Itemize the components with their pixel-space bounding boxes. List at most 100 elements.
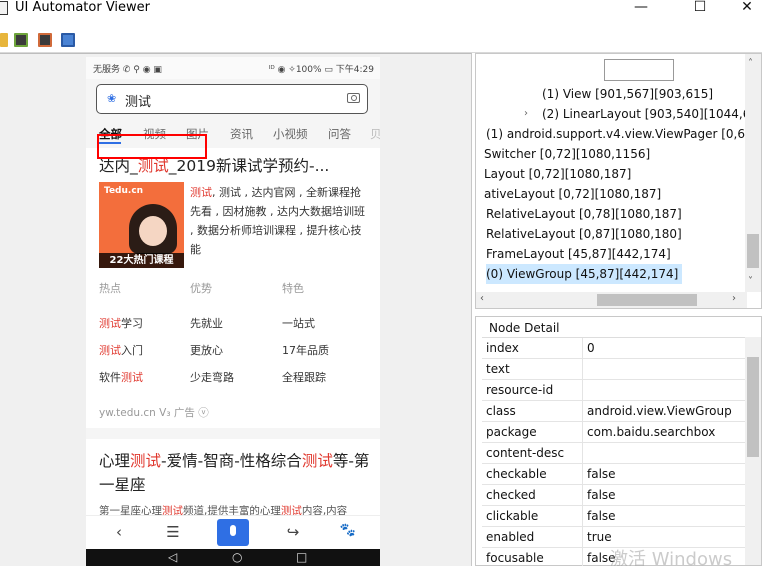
detail-row[interactable]: checkable false	[482, 464, 746, 485]
detail-key: checked	[486, 488, 536, 502]
tree-node[interactable]: (0) ViewGroup [45,87][442,174]	[476, 264, 747, 284]
feature-grid-row[interactable]: 测试入门 更放心 17年品质	[99, 342, 369, 360]
detail-value: false	[582, 464, 616, 485]
detail-value: false	[582, 506, 616, 527]
result-title[interactable]: 心理测试-爱情-智商-性格综合测试等-第一星座	[99, 449, 371, 497]
android-back-icon[interactable]: ◁	[168, 550, 177, 564]
status-bar: 无服务 ✆ ⚲ ◉ ▣ ᴵᴰ ◉ ✧100% ▭ 下午4:29	[86, 57, 380, 79]
tree-node-label: RelativeLayout [0,87][1080,180]	[486, 227, 682, 241]
tab-qa[interactable]: 问答	[328, 126, 351, 142]
detail-key: focusable	[486, 551, 544, 565]
search-box[interactable]: ❀ 测试	[96, 84, 368, 114]
detail-key: resource-id	[486, 383, 554, 397]
device-screenshot-compressed-icon[interactable]	[38, 33, 52, 47]
baidu-paw-icon: ❀	[107, 92, 117, 105]
tree-horizontal-scrollbar[interactable]: ‹ ›	[476, 292, 747, 308]
tree-node[interactable]: FrameLayout [45,87][442,174]	[476, 244, 747, 264]
tree-node[interactable]: Switcher [0,72][1080,1156]	[476, 144, 747, 164]
scroll-left-icon[interactable]: ‹	[480, 293, 484, 304]
scroll-up-icon[interactable]: ˄	[748, 58, 753, 69]
tree-node-label: (2) LinearLayout [903,540][1044,643]	[542, 107, 747, 121]
android-home-icon[interactable]: ○	[232, 550, 242, 564]
device-screenshot-icon[interactable]	[14, 33, 28, 47]
detail-vertical-scrollbar[interactable]	[745, 337, 761, 565]
tree-node-label: Layout [0,72][1080,187]	[484, 167, 632, 181]
tab-news[interactable]: 资讯	[230, 126, 253, 142]
detail-row[interactable]: clickable false	[482, 506, 746, 527]
tree-node-label: (0) ViewGroup [45,87][442,174]	[486, 264, 683, 284]
tree-node-label: (1) View [901,567][903,615]	[542, 87, 714, 101]
search-result-card[interactable]: 达内_测试_2019新课试学预约-... Tedu.cn 22大热门课程 测试,…	[86, 148, 380, 428]
title-bar: UI Automator Viewer — ☐ ✕	[0, 0, 762, 27]
expand-arrow-icon[interactable]: ›	[524, 104, 528, 124]
detail-key: index	[486, 341, 519, 355]
window-title: UI Automator Viewer	[15, 0, 151, 15]
minimize-button[interactable]: —	[621, 0, 661, 16]
node-detail-panel: Node Detail index 0 text resource-id class an…	[475, 316, 762, 566]
open-folder-icon[interactable]	[0, 33, 8, 47]
detail-row[interactable]: class android.view.ViewGroup	[482, 401, 746, 422]
menu-icon[interactable]: ☰	[159, 523, 187, 541]
tree-node[interactable]: ativeLayout [0,72][1080,187]	[476, 184, 747, 204]
hierarchy-tree[interactable]: (1) View [901,567][903,615] › (2) LinearLa…	[475, 53, 762, 309]
result-thumbnail[interactable]: Tedu.cn 22大热门课程	[99, 182, 184, 268]
detail-value: false	[582, 485, 616, 506]
image-caption: 22大热门课程	[99, 253, 184, 268]
tab-more[interactable]: 贝	[370, 126, 380, 142]
tree-node[interactable]: RelativeLayout [0,87][1080,180]	[476, 224, 747, 244]
detail-row[interactable]: resource-id	[482, 380, 746, 401]
detail-vscroll-thumb[interactable]	[747, 357, 759, 457]
detail-key: checkable	[486, 467, 547, 481]
scroll-right-icon[interactable]: ›	[732, 293, 736, 304]
tree-node[interactable]: › (2) LinearLayout [903,540][1044,643]	[476, 104, 747, 124]
detail-key: package	[486, 425, 537, 439]
detail-value	[582, 443, 587, 464]
detail-row[interactable]: package com.baidu.searchbox	[482, 422, 746, 443]
selected-node-highlight	[97, 134, 207, 159]
status-left: 无服务 ✆ ⚲ ◉ ▣	[93, 65, 162, 75]
feature-grid-row[interactable]: 测试学习 先就业 一站式	[99, 315, 369, 333]
share-icon[interactable]: ↪	[279, 523, 307, 541]
tab-short-video[interactable]: 小视频	[273, 126, 308, 142]
toolbar	[0, 27, 762, 53]
maximize-button[interactable]: ☐	[680, 0, 720, 16]
detail-key: clickable	[486, 509, 539, 523]
search-input[interactable]: 测试	[125, 91, 151, 110]
detail-row[interactable]: index 0	[482, 338, 746, 359]
tree-vertical-scrollbar[interactable]: ˄ ˅	[745, 54, 761, 292]
screenshot-pane[interactable]: 无服务 ✆ ⚲ ◉ ▣ ᴵᴰ ◉ ✧100% ▭ 下午4:29 ❀ 测试 全部 …	[0, 53, 472, 566]
detail-row[interactable]: checked false	[482, 485, 746, 506]
tree-node-label: Switcher [0,72][1080,1156]	[484, 147, 651, 161]
tree-filter-box[interactable]	[604, 59, 674, 81]
tree-node-label: (1) android.support.v4.view.ViewPager [0…	[486, 127, 747, 141]
feature-grid-row[interactable]: 软件测试 少走弯路 全程跟踪	[99, 369, 369, 387]
result-source: yw.tedu.cn V₃ 广告 ⓥ	[99, 407, 209, 419]
tree-vscroll-thumb[interactable]	[747, 234, 759, 268]
camera-icon[interactable]	[347, 93, 360, 103]
feature-grid-header: 热点 优势 特色	[99, 282, 304, 295]
back-icon[interactable]: ‹	[105, 523, 133, 541]
status-right: ᴵᴰ ◉ ✧100% ▭ 下午4:29	[268, 65, 374, 75]
detail-key: class	[486, 404, 516, 418]
tree-hscroll-thumb[interactable]	[597, 294, 697, 306]
result-snippet: 测试, 测试 , 达内官网 , 全新课程抢先看 , 因材施教 , 达内大数据培训…	[190, 186, 365, 256]
close-button[interactable]: ✕	[727, 0, 762, 16]
detail-key: enabled	[486, 530, 535, 544]
tree-node[interactable]: RelativeLayout [0,78][1080,187]	[476, 204, 747, 224]
scroll-down-icon[interactable]: ˅	[748, 276, 753, 287]
tree-node[interactable]: (1) View [901,567][903,615]	[476, 84, 747, 104]
tree-node[interactable]: (1) android.support.v4.view.ViewPager [0…	[476, 124, 747, 144]
tree-node-label: RelativeLayout [0,78][1080,187]	[486, 207, 682, 221]
detail-value: com.baidu.searchbox	[582, 422, 715, 443]
android-recents-icon[interactable]: □	[296, 550, 307, 564]
voice-search-button[interactable]	[217, 519, 249, 546]
detail-row[interactable]: text	[482, 359, 746, 380]
detail-row[interactable]: content-desc	[482, 443, 746, 464]
baidu-home-icon[interactable]: 🐾	[334, 523, 362, 538]
detail-value	[582, 359, 587, 380]
tree-node-label: FrameLayout [45,87][442,174]	[486, 247, 671, 261]
save-icon[interactable]	[61, 33, 75, 47]
detail-value: 0	[582, 338, 595, 359]
windows-activation-watermark: 激活 Windows	[610, 549, 733, 566]
tree-node[interactable]: Layout [0,72][1080,187]	[476, 164, 747, 184]
